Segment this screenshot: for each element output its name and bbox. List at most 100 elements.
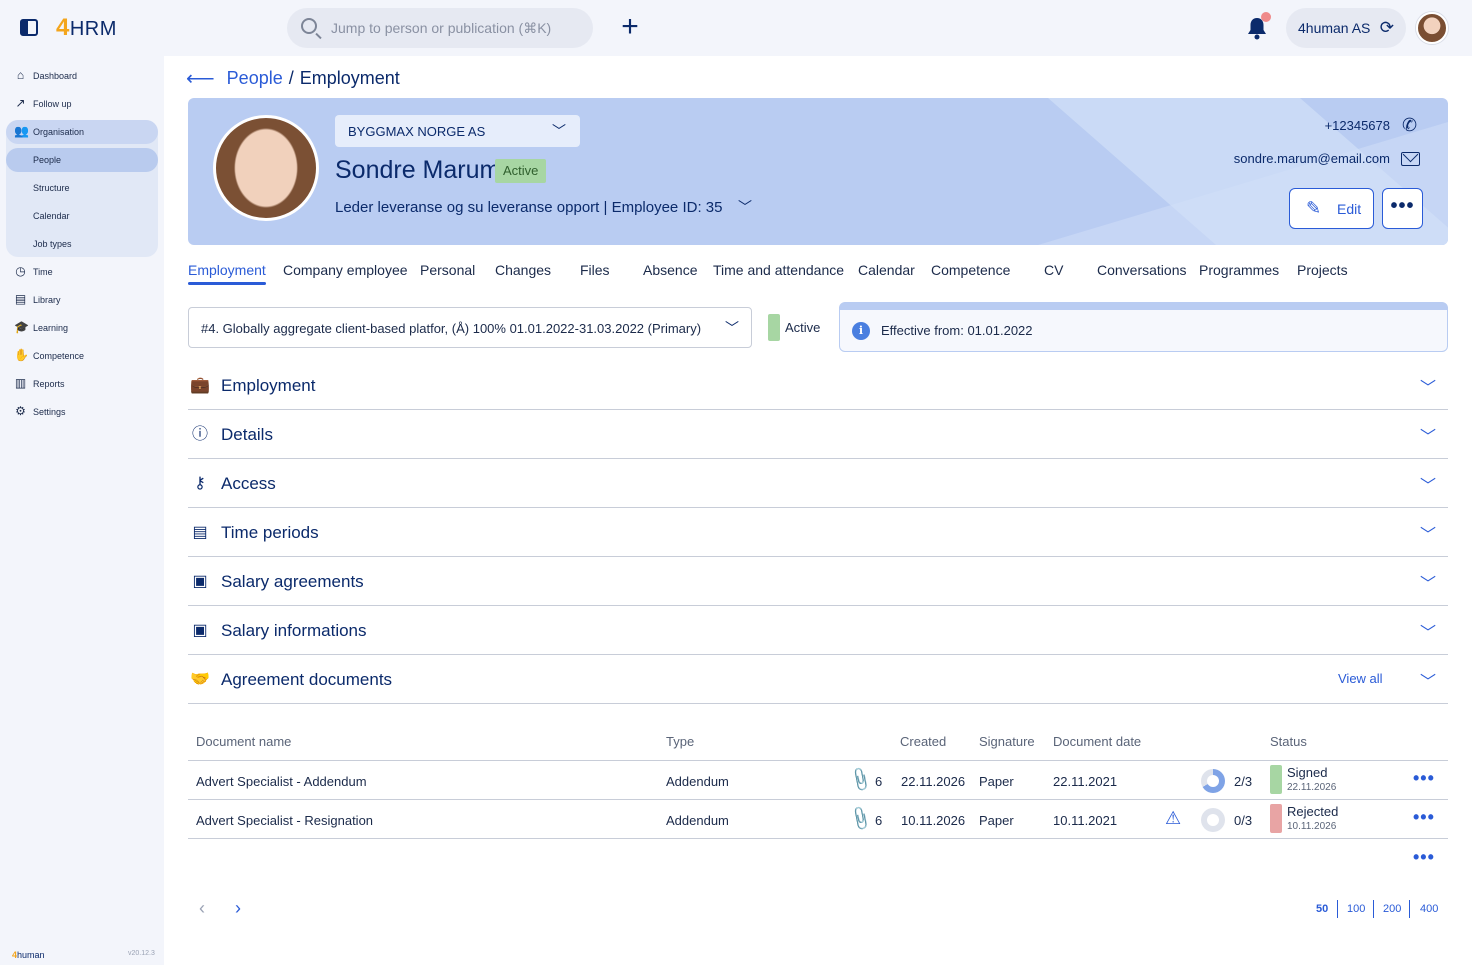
row-more-options[interactable]: ••• [1413,768,1435,789]
page-size-divider [1337,900,1338,918]
sidebar-toggle-icon[interactable] [20,19,38,36]
phone-number[interactable]: +12345678 [1325,118,1390,133]
section-time-periods[interactable]: ▤ Time periods ﹀ [188,508,1448,557]
table-row[interactable]: Advert Specialist - Resignation Addendum… [188,800,1448,839]
phone-icon[interactable]: ✆ [1402,115,1422,135]
sidebar-item-time[interactable]: ◷ Time [6,260,158,284]
sidebar-item-people[interactable]: People [6,148,158,172]
chevron-down-icon[interactable]: ﹀ [1420,472,1436,496]
document-name[interactable]: Advert Specialist - Addendum [196,774,367,789]
row-more-options[interactable]: ••• [1413,807,1435,828]
chevron-down-icon[interactable]: ﹀ [738,197,752,217]
section-access[interactable]: ⚷ Access ﹀ [188,459,1448,508]
page-size-100[interactable]: 100 [1347,903,1365,915]
competence-icon: ✋ [14,348,29,362]
section-title: Agreement documents [221,670,393,689]
section-agreement-documents[interactable]: 🤝 Agreement documents ﹀ [188,655,1448,704]
signature-progress-ring [1201,808,1225,832]
graduation-cap-icon: 🎓 [14,320,29,334]
warning-icon[interactable]: ⚠ [1165,808,1181,829]
breadcrumb-separator: / [288,68,294,88]
page-size-50[interactable]: 50 [1316,903,1328,915]
sidebar-item-competence[interactable]: ✋ Competence [6,344,158,368]
document-name[interactable]: Advert Specialist - Resignation [196,813,373,828]
tab-changes[interactable]: Changes [495,262,551,278]
tab-absence[interactable]: Absence [643,262,697,278]
page-size-200[interactable]: 200 [1383,903,1401,915]
company-select[interactable]: BYGGMAX NORGE AS ﹀ [335,115,580,147]
mail-icon[interactable] [1401,152,1420,166]
section-details[interactable]: ⓘ Details ﹀ [188,410,1448,459]
add-button[interactable]: + [618,12,642,42]
tab-conversations[interactable]: Conversations [1097,262,1187,278]
column-header-document-name[interactable]: Document name [196,734,291,749]
clock-icon: ◷ [15,264,26,278]
sidebar-item-settings[interactable]: ⚙ Settings [6,400,158,424]
status-badge: Active [495,159,547,183]
chevron-down-icon[interactable]: ﹀ [1420,570,1436,594]
chevron-down-icon[interactable]: ﹀ [1420,374,1436,398]
section-salary-informations[interactable]: ▣ Salary informations ﹀ [188,606,1448,655]
employment-select[interactable]: #4. Globally aggregate client-based plat… [188,307,752,348]
sidebar-item-follow-up[interactable]: ↗ Follow up [6,92,158,116]
previous-page-icon[interactable]: ‹ [199,898,205,919]
chevron-down-icon[interactable]: ﹀ [1420,619,1436,643]
paperclip-icon[interactable]: 📎 [846,805,875,833]
chevron-down-icon[interactable]: ﹀ [1420,423,1436,447]
chevron-up-icon[interactable]: ﹀ [1420,668,1436,692]
section-title: Details [221,425,273,444]
more-options-button[interactable]: ••• [1382,188,1423,229]
tab-projects[interactable]: Projects [1297,262,1348,278]
breadcrumb-people-link[interactable]: People [227,68,283,89]
section-employment[interactable]: 💼 Employment ﹀ [188,361,1448,410]
person-role: Leder leveranse og su leveranse opport |… [335,199,723,216]
column-header-created[interactable]: Created [900,734,946,749]
edit-button[interactable]: ✎ Edit [1289,188,1374,229]
document-date: 22.11.2021 [1053,774,1118,789]
tab-calendar[interactable]: Calendar [858,262,915,278]
column-header-type[interactable]: Type [666,734,694,749]
search-box[interactable] [287,8,593,48]
section-salary-agreements[interactable]: ▣ Salary agreements ﹀ [188,557,1448,606]
table-row[interactable]: Advert Specialist - Addendum Addendum 📎 … [188,761,1448,800]
chevron-down-icon[interactable]: ﹀ [1420,521,1436,545]
pencil-icon: ✎ [1306,198,1322,218]
sidebar-item-calendar[interactable]: Calendar [6,204,158,228]
tab-time-and-attendance[interactable]: Time and attendance [713,262,844,278]
sidebar-item-learning[interactable]: 🎓 Learning [6,316,158,340]
footer-logo: 4human [12,950,45,960]
next-page-icon[interactable]: › [235,898,241,919]
tab-competence[interactable]: Competence [931,262,1010,278]
section-title: Salary informations [221,621,367,640]
company-switcher[interactable]: 4human AS ⟳ [1286,8,1406,48]
status-color-bar [1270,765,1282,794]
column-header-document-date[interactable]: Document date [1053,734,1141,749]
paperclip-icon[interactable]: 📎 [846,766,875,794]
tab-personal[interactable]: Personal [420,262,475,278]
document-type: Addendum [666,813,729,828]
sidebar-item-dashboard[interactable]: ⌂ Dashboard [6,64,158,88]
page-size-400[interactable]: 400 [1420,903,1438,915]
app-logo[interactable]: 4HRM [56,14,117,42]
column-header-status[interactable]: Status [1270,734,1307,749]
sidebar-item-reports[interactable]: ▥ Reports [6,372,158,396]
tab-programmes[interactable]: Programmes [1199,262,1279,278]
tab-cv[interactable]: CV [1044,262,1063,278]
tab-files[interactable]: Files [580,262,610,278]
signature-type: Paper [979,813,1014,828]
user-avatar[interactable] [1416,12,1448,44]
email-address[interactable]: sondre.marum@email.com [1234,151,1390,166]
money-icon: ▣ [192,622,208,639]
search-input[interactable] [331,8,581,48]
sidebar-item-structure[interactable]: Structure [6,176,158,200]
sidebar-item-organisation[interactable]: 👥 Organisation [6,120,158,144]
column-header-signature[interactable]: Signature [979,734,1035,749]
tab-employment[interactable]: Employment [188,262,266,278]
sidebar-item-library[interactable]: ▤ Library [6,288,158,312]
info-circle-icon: ⓘ [191,426,208,443]
tab-company-employee[interactable]: Company employee [283,262,408,278]
table-more-options[interactable]: ••• [1413,847,1435,868]
sidebar-item-job-types[interactable]: Job types [6,232,158,256]
view-all-link[interactable]: View all [1338,671,1383,686]
back-arrow-icon[interactable]: ⟵ [186,66,215,91]
